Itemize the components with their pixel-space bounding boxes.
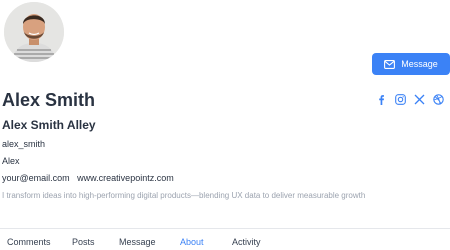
- mail-icon: [384, 59, 396, 69]
- x-icon[interactable]: [414, 94, 425, 105]
- profile-name: Alex Smith: [2, 90, 96, 110]
- dribbble-icon[interactable]: [433, 94, 444, 105]
- display-name: Alex Smith Alley: [2, 118, 96, 132]
- avatar-photo: [4, 2, 64, 62]
- profile-page: Message Alex Smith Alex Smith Alley alex…: [0, 0, 450, 250]
- email-link[interactable]: your@email.com: [2, 173, 70, 183]
- tab-comments[interactable]: Comments: [7, 237, 51, 247]
- tab-activity[interactable]: Activity: [232, 237, 261, 247]
- contact-line: your@email.com www.creativepointz.com: [2, 173, 174, 183]
- first-name: Alex: [2, 156, 20, 166]
- website-link[interactable]: www.creativepointz.com: [77, 173, 174, 183]
- tab-posts[interactable]: Posts: [72, 237, 95, 247]
- instagram-icon[interactable]: [395, 94, 406, 105]
- bio-text: I transform ideas into high-performing d…: [2, 191, 366, 200]
- message-button-label: Message: [401, 59, 438, 69]
- username: alex_smith: [2, 139, 46, 149]
- social-links: [376, 94, 444, 105]
- facebook-icon[interactable]: [376, 94, 387, 105]
- avatar[interactable]: [4, 2, 64, 62]
- message-button[interactable]: Message: [372, 53, 450, 75]
- tab-about[interactable]: About: [180, 237, 204, 247]
- profile-tabs: Comments Posts Message About Activity: [0, 228, 450, 250]
- tab-message[interactable]: Message: [119, 237, 156, 247]
